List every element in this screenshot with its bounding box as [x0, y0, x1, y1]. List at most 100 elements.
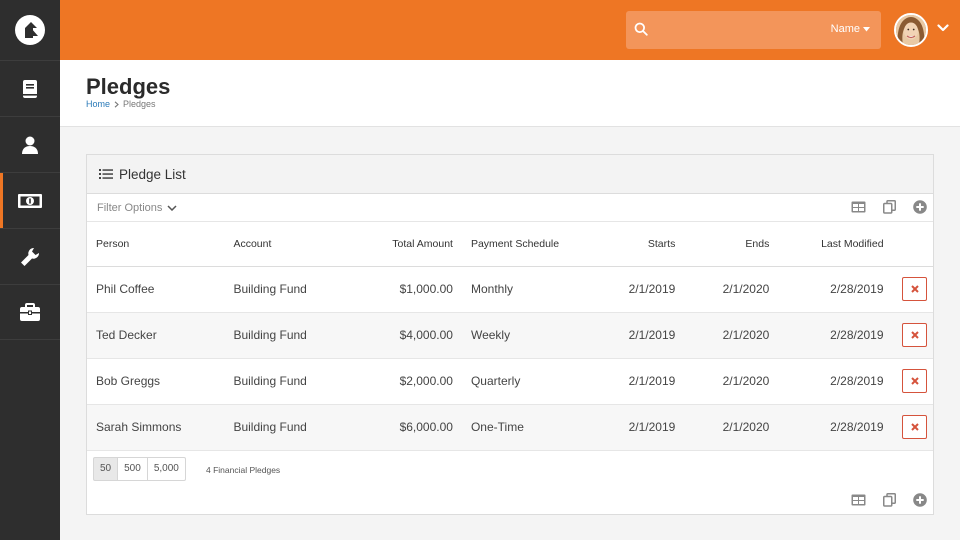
cell-person: Bob Greggs — [87, 358, 225, 405]
cell-last-modified: 2/28/2019 — [778, 404, 893, 451]
page-size-option-500[interactable]: 500 — [117, 456, 148, 481]
cell-starts: 2/1/2019 — [588, 404, 685, 451]
chevron-down-icon — [167, 205, 177, 211]
search-icon — [634, 22, 648, 36]
filter-bar: Filter Options — [87, 194, 933, 222]
cell-account: Building Fund — [224, 266, 356, 313]
breadcrumb-current: Pledges — [123, 99, 156, 109]
cell-total-amount: $2,000.00 — [355, 358, 462, 405]
panel-title: Pledge List — [119, 166, 186, 182]
cell-starts: 2/1/2019 — [588, 358, 685, 405]
cell-payment-schedule: Quarterly — [461, 358, 589, 405]
list-icon — [99, 169, 113, 179]
close-icon — [910, 423, 919, 431]
wrench-icon — [21, 247, 40, 266]
column-header-delete — [892, 222, 933, 267]
breadcrumb-home-link[interactable]: Home — [86, 99, 110, 109]
grid-footer: 50 500 5,000 4 Financial Pledges — [87, 451, 933, 515]
person-icon — [22, 136, 38, 154]
cell-total-amount: $1,000.00 — [355, 266, 462, 313]
search-type-dropdown[interactable]: Name — [831, 23, 870, 35]
breadcrumb-chevron-icon — [114, 100, 119, 108]
close-icon — [910, 377, 919, 385]
cell-starts: 2/1/2019 — [588, 312, 685, 359]
cell-account: Building Fund — [224, 404, 356, 451]
rock-logo[interactable] — [0, 0, 60, 60]
excel-export-icon[interactable] — [851, 494, 866, 506]
cell-ends: 2/1/2020 — [684, 358, 779, 405]
close-icon — [910, 331, 919, 339]
table-row[interactable]: Bob Greggs Building Fund $2,000.00 Quart… — [87, 358, 933, 405]
avatar-image — [896, 15, 926, 45]
column-header-account[interactable]: Account — [224, 222, 356, 267]
table-row[interactable]: Ted Decker Building Fund $4,000.00 Weekl… — [87, 312, 933, 359]
cell-last-modified: 2/28/2019 — [778, 266, 893, 313]
column-header-last-modified[interactable]: Last Modified — [778, 222, 893, 267]
page-title: Pledges — [86, 74, 171, 99]
breadcrumb: Home Pledges — [86, 99, 156, 109]
cell-payment-schedule: Monthly — [461, 266, 589, 313]
cell-ends: 2/1/2020 — [684, 312, 779, 359]
table-header-row: Person Account Total Amount Payment Sche… — [87, 222, 933, 267]
close-icon — [910, 285, 919, 293]
money-icon — [18, 193, 42, 208]
user-menu-chevron-icon[interactable] — [937, 24, 949, 32]
user-avatar[interactable] — [894, 13, 928, 47]
cell-person: Phil Coffee — [87, 266, 225, 313]
briefcase-icon — [20, 303, 40, 321]
cell-payment-schedule: Weekly — [461, 312, 589, 359]
search-input[interactable] — [654, 19, 794, 41]
search-box[interactable]: Name — [626, 11, 881, 49]
cell-delete — [892, 358, 933, 405]
column-header-starts[interactable]: Starts — [588, 222, 685, 267]
cell-ends: 2/1/2020 — [684, 266, 779, 313]
add-icon[interactable] — [913, 492, 927, 507]
sidebar-item-admin-tools[interactable] — [0, 228, 60, 284]
column-header-payment-schedule[interactable]: Payment Schedule — [461, 222, 589, 267]
cell-payment-schedule: One-Time — [461, 404, 589, 451]
cell-delete — [892, 312, 933, 359]
cell-last-modified: 2/28/2019 — [778, 312, 893, 359]
cell-total-amount: $4,000.00 — [355, 312, 462, 359]
sidebar — [0, 0, 60, 540]
page-header: Pledges Home Pledges — [60, 60, 960, 127]
sidebar-item-tools[interactable] — [0, 284, 60, 340]
search-type-label: Name — [830, 23, 860, 35]
panel-heading: Pledge List — [87, 155, 933, 194]
cell-delete — [892, 404, 933, 451]
cell-person: Ted Decker — [87, 312, 225, 359]
column-header-ends[interactable]: Ends — [684, 222, 779, 267]
excel-export-icon[interactable] — [851, 201, 866, 213]
delete-button[interactable] — [902, 323, 927, 347]
pledge-table: Person Account Total Amount Payment Sche… — [87, 222, 933, 451]
book-icon — [23, 79, 37, 98]
delete-button[interactable] — [902, 369, 927, 393]
pledge-list-panel: Pledge List Filter Options Person Accoun… — [86, 154, 934, 515]
sidebar-item-cms[interactable] — [0, 60, 60, 116]
merge-template-icon[interactable] — [883, 492, 896, 507]
delete-button[interactable] — [902, 277, 927, 301]
cell-person: Sarah Simmons — [87, 404, 225, 451]
grid-actions-top — [851, 200, 927, 214]
sidebar-item-people[interactable] — [0, 116, 60, 172]
page-size-option-50[interactable]: 50 — [93, 456, 119, 481]
caret-down-icon — [863, 26, 870, 31]
filter-options-label: Filter Options — [97, 202, 163, 214]
filter-options-toggle[interactable]: Filter Options — [97, 202, 177, 214]
merge-template-icon[interactable] — [883, 200, 896, 214]
page-size-option-5000[interactable]: 5,000 — [146, 456, 186, 481]
delete-button[interactable] — [902, 415, 927, 439]
cell-delete — [892, 266, 933, 313]
logo-icon — [15, 15, 45, 45]
cell-total-amount: $6,000.00 — [355, 404, 462, 451]
column-header-person[interactable]: Person — [87, 222, 225, 267]
column-header-total-amount[interactable]: Total Amount — [355, 222, 462, 267]
table-row[interactable]: Phil Coffee Building Fund $1,000.00 Mont… — [87, 266, 933, 313]
add-icon[interactable] — [913, 200, 927, 214]
page-size-selector: 50 500 5,000 — [93, 456, 186, 481]
table-row[interactable]: Sarah Simmons Building Fund $6,000.00 On… — [87, 404, 933, 451]
cell-starts: 2/1/2019 — [588, 266, 685, 313]
sidebar-item-finance[interactable] — [0, 172, 60, 228]
cell-account: Building Fund — [224, 312, 356, 359]
cell-account: Building Fund — [224, 358, 356, 405]
